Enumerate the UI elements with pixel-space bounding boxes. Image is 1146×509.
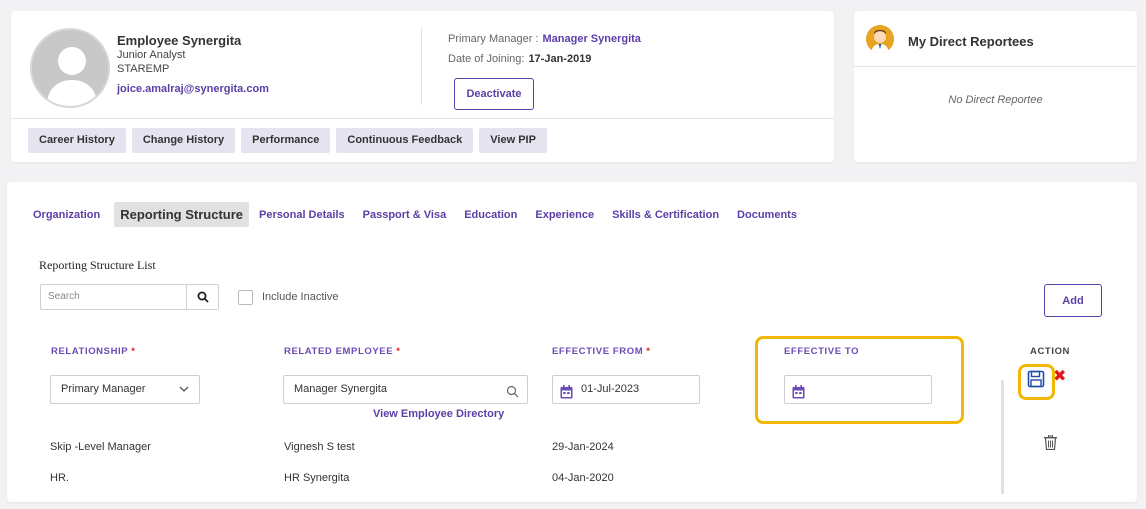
section-title: Reporting Structure List: [39, 258, 156, 272]
search-button[interactable]: [186, 285, 218, 309]
table-row-employee: Vignesh S test: [284, 441, 355, 453]
view-employee-directory-link[interactable]: View Employee Directory: [373, 408, 504, 420]
effective-to-highlight: [755, 336, 964, 424]
primary-manager-label: Primary Manager :: [448, 33, 539, 45]
tab-experience[interactable]: Experience: [535, 209, 594, 221]
main-card: Organization Reporting Structure Persona…: [7, 182, 1137, 502]
tab-skills-certification[interactable]: Skills & Certification: [612, 209, 719, 221]
deactivate-button[interactable]: Deactivate: [454, 78, 534, 110]
search-input[interactable]: Search: [40, 284, 219, 310]
related-employee-value: Manager Synergita: [294, 383, 387, 395]
tab-personal-details[interactable]: Personal Details: [259, 209, 345, 221]
user-silhouette-icon: [46, 47, 98, 106]
avatar: [30, 28, 110, 108]
include-inactive-checkbox[interactable]: [238, 290, 253, 305]
tab-documents[interactable]: Documents: [737, 209, 797, 221]
tab-career-history[interactable]: Career History: [28, 128, 126, 153]
calendar-icon[interactable]: [560, 383, 573, 410]
divider: [854, 66, 1137, 67]
search-icon[interactable]: [506, 382, 519, 409]
add-button[interactable]: Add: [1044, 284, 1102, 317]
table-row-effective-from: 29-Jan-2024: [552, 441, 614, 453]
search-icon: [197, 291, 209, 303]
tab-view-pip[interactable]: View PIP: [479, 128, 547, 153]
employee-email[interactable]: joice.amalraj@synergita.com: [117, 83, 269, 95]
effective-from-value: 01-Jul-2023: [581, 383, 640, 395]
profile-tabs: Career History Change History Performanc…: [28, 128, 547, 153]
tab-performance[interactable]: Performance: [241, 128, 331, 153]
reportee-avatar-icon: [866, 25, 894, 53]
doj-value: 17-Jan-2019: [528, 53, 592, 65]
reportees-title: My Direct Reportees: [908, 34, 1034, 49]
tab-change-history[interactable]: Change History: [131, 128, 236, 153]
table-row-effective-from: 04-Jan-2020: [552, 472, 614, 484]
employee-name: Employee Synergita: [117, 33, 242, 48]
divider: [421, 27, 422, 105]
direct-reportees-card: My Direct Reportees No Direct Reportee: [854, 11, 1137, 162]
date-of-joining-line: Date of Joining: 17-Jan-2019: [448, 53, 591, 65]
column-relationship: RELATIONSHIP *: [51, 346, 136, 357]
column-related-employee: RELATED EMPLOYEE *: [284, 346, 401, 357]
effective-from-input[interactable]: 01-Jul-2023: [552, 375, 700, 404]
tab-passport-visa[interactable]: Passport & Visa: [363, 209, 447, 221]
profile-card: Employee Synergita Junior Analyst STAREM…: [11, 11, 834, 162]
column-effective-from: EFFECTIVE FROM *: [552, 346, 651, 357]
table-row-relationship: HR.: [50, 472, 69, 484]
employee-code: STAREMP: [117, 63, 170, 75]
related-employee-input[interactable]: Manager Synergita: [283, 375, 528, 404]
table-row-relationship: Skip -Level Manager: [50, 441, 151, 453]
tab-reporting-structure[interactable]: Reporting Structure: [114, 202, 250, 227]
tab-education[interactable]: Education: [464, 209, 517, 221]
relationship-value: Primary Manager: [61, 383, 146, 395]
close-icon[interactable]: ✖: [1053, 369, 1066, 385]
relationship-select[interactable]: Primary Manager: [50, 375, 200, 404]
save-highlight: [1018, 364, 1055, 400]
primary-manager-link[interactable]: Manager Synergita: [542, 33, 640, 45]
table-row-employee: HR Synergita: [284, 472, 350, 484]
scrollbar[interactable]: [1001, 380, 1004, 494]
trash-icon[interactable]: [1044, 434, 1057, 455]
employee-title: Junior Analyst: [117, 49, 186, 61]
chevron-down-icon: [179, 376, 189, 414]
divider: [11, 118, 834, 119]
section-tabs: Organization Reporting Structure Persona…: [33, 202, 815, 227]
tab-continuous-feedback[interactable]: Continuous Feedback: [336, 128, 474, 153]
include-inactive-label: Include Inactive: [262, 291, 339, 303]
doj-label: Date of Joining:: [448, 53, 525, 65]
column-action: ACTION: [1030, 346, 1071, 357]
primary-manager-line: Primary Manager : Manager Synergita: [448, 33, 641, 45]
no-reportee-text: No Direct Reportee: [948, 94, 1043, 106]
search-placeholder: Search: [48, 291, 80, 302]
tab-organization[interactable]: Organization: [33, 209, 100, 221]
